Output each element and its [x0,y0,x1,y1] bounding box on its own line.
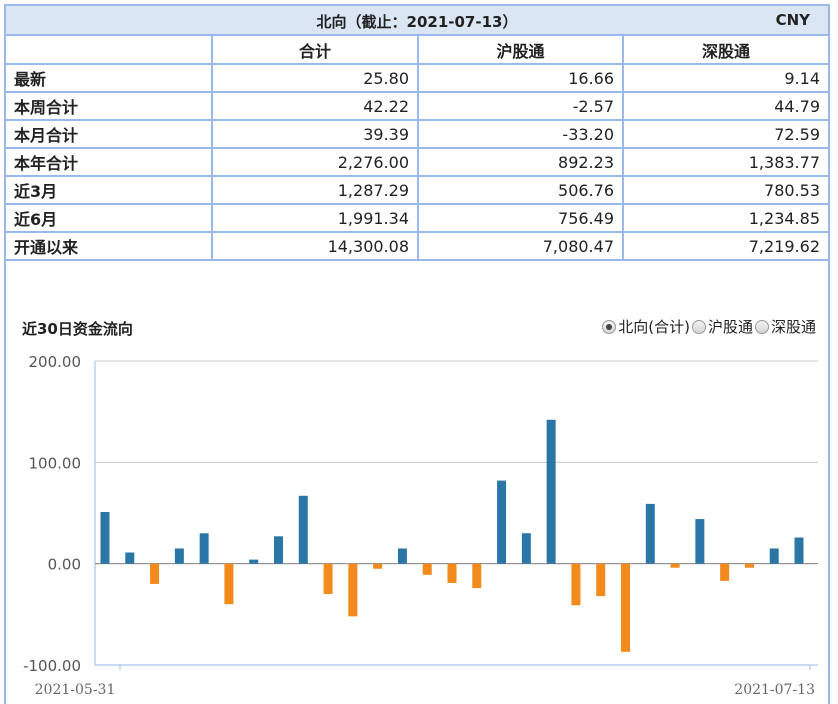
bar [472,563,482,588]
bar [546,419,556,564]
bar [373,563,383,569]
bar [744,563,754,568]
bar [323,563,333,595]
x-tick-label: 2021-07-13 [734,682,815,698]
bar [497,480,507,564]
bar [422,563,432,575]
bar [199,533,209,564]
bar [125,552,135,564]
bar [720,563,730,581]
x-tick-label: 2021-05-31 [35,682,116,698]
bar [645,503,655,564]
bar [397,548,407,564]
fund-flow-chart: 200.00 100.00 0.00 -100.00 2021-05-31 2021-07… [23,353,818,698]
bar [274,536,283,564]
bar [521,533,531,564]
bar [571,563,581,606]
bar [100,511,110,564]
bar [298,495,308,564]
y-tick-label: -100.00 [23,657,81,675]
bar [224,563,234,605]
y-tick-label: 200.00 [29,353,82,371]
bar [348,563,358,617]
y-tick-label: 100.00 [29,454,82,472]
bar [249,559,259,564]
bar [794,537,804,564]
bar [596,563,606,597]
bar [150,563,160,584]
bar [621,563,630,652]
bar [695,519,705,564]
bar [670,563,680,568]
bar [769,548,779,564]
y-tick-label: 0.00 [48,556,81,574]
bar [447,563,457,583]
bar [174,548,184,564]
